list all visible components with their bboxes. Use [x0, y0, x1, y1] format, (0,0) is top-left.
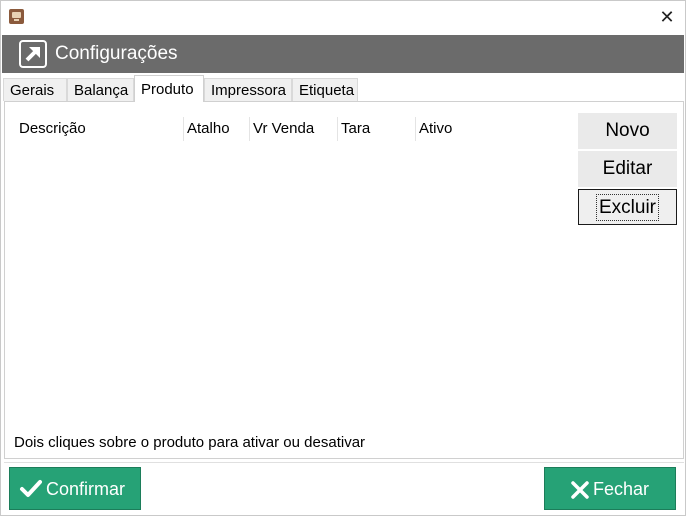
column-header-ativo[interactable]: Ativo — [419, 120, 452, 137]
check-icon — [20, 480, 42, 497]
novo-button[interactable]: Novo — [578, 113, 677, 149]
column-header-descricao[interactable]: Descrição — [19, 120, 86, 137]
tab-bar: Gerais Balança Produto Impressora Etique… — [2, 75, 684, 102]
tab-produto[interactable]: Produto — [134, 75, 204, 102]
close-x-icon — [571, 481, 589, 499]
settings-window: ✕ Configurações Gerais Balança Produto I… — [0, 0, 686, 516]
column-divider[interactable] — [415, 117, 416, 141]
fechar-button[interactable]: Fechar — [544, 467, 676, 510]
column-header-vr-venda[interactable]: Vr Venda — [253, 120, 314, 137]
footer-divider — [4, 462, 684, 463]
excluir-button[interactable]: Excluir — [578, 189, 677, 225]
confirmar-label: Confirmar — [46, 479, 126, 499]
column-divider[interactable] — [249, 117, 250, 141]
confirmar-button[interactable]: Confirmar — [9, 467, 141, 510]
column-divider[interactable] — [337, 117, 338, 141]
hint-text: Dois cliques sobre o produto para ativar… — [14, 434, 366, 451]
tab-balanca[interactable]: Balança — [67, 78, 134, 101]
column-header-atalho[interactable]: Atalho — [187, 120, 230, 137]
tab-etiqueta[interactable]: Etiqueta — [292, 78, 358, 101]
close-button[interactable]: ✕ — [655, 6, 679, 28]
editar-button[interactable]: Editar — [578, 151, 677, 187]
novo-button-label: Novo — [605, 120, 650, 141]
header-band: Configurações — [2, 35, 684, 73]
fechar-label: Fechar — [593, 479, 650, 499]
app-icon — [9, 9, 24, 24]
column-header-tara[interactable]: Tara — [341, 120, 370, 137]
arrow-up-right-icon — [19, 40, 47, 68]
page-title: Configurações — [55, 43, 178, 64]
title-bar: ✕ — [1, 1, 685, 34]
editar-button-label: Editar — [602, 158, 653, 179]
produto-panel: Descrição Atalho Vr Venda Tara Ativo Nov… — [4, 101, 684, 459]
tab-impressora[interactable]: Impressora — [204, 78, 292, 101]
product-list[interactable]: Descrição Atalho Vr Venda Tara Ativo — [11, 113, 571, 443]
column-divider[interactable] — [183, 117, 184, 141]
tab-gerais[interactable]: Gerais — [3, 78, 67, 101]
excluir-button-label: Excluir — [595, 194, 660, 221]
